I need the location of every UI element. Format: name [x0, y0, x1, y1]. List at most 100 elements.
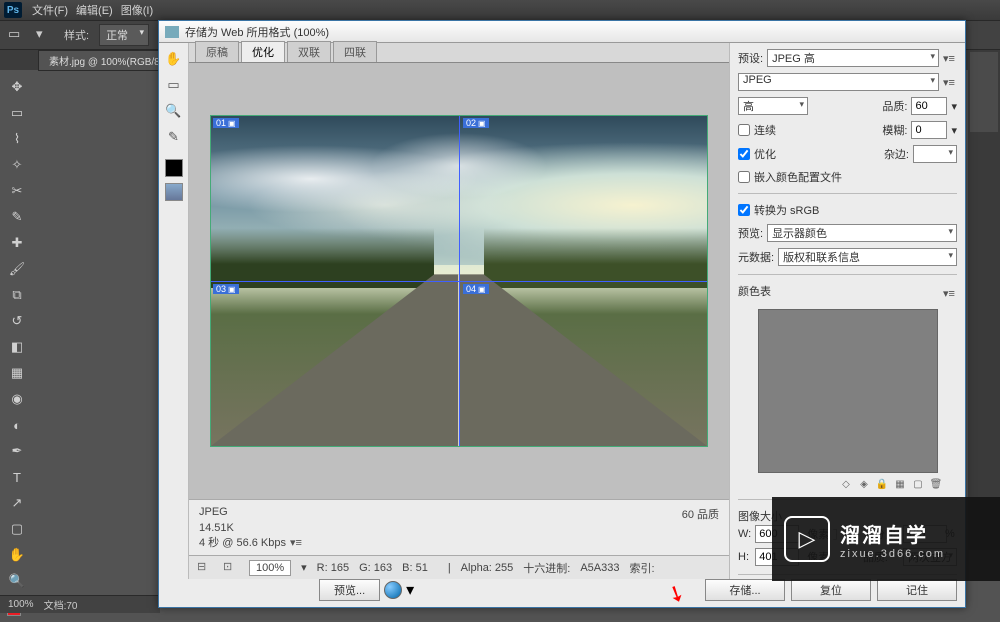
ct-lock-icon[interactable]: 🔒 — [875, 477, 889, 491]
zoom-tool-icon[interactable]: 🔍 — [6, 570, 28, 592]
pen-tool-icon[interactable]: ✒ — [6, 440, 28, 462]
wand-tool-icon[interactable]: ✧ — [6, 154, 28, 176]
tab-original[interactable]: 原稿 — [195, 41, 239, 62]
doc-info: 文档:70 — [44, 597, 78, 612]
slice-small-icon[interactable]: ⊡ — [223, 560, 239, 576]
right-panels — [968, 50, 1000, 550]
crop-tool-icon[interactable]: ✂ — [6, 180, 28, 202]
marquee-icon[interactable]: ▭ — [8, 26, 26, 44]
quality-preset-dropdown[interactable]: 高 — [738, 97, 808, 115]
marquee-tool-icon[interactable]: ▭ — [6, 102, 28, 124]
brush-tool-icon[interactable]: 🖌 — [6, 258, 28, 280]
readout-bar: ⊟ ⊡ 100% ▾ R: 165 G: 163 B: 51 | Alpha: … — [189, 555, 729, 579]
history-brush-icon[interactable]: ↺ — [6, 310, 28, 332]
done-button[interactable]: 记住 — [877, 579, 957, 601]
convert-srgb-checkbox[interactable] — [738, 204, 750, 216]
chevron-down-icon[interactable]: ▾ — [406, 580, 414, 600]
optimized-checkbox[interactable] — [738, 148, 750, 160]
toolbox: ✥ ▭ ⌇ ✧ ✂ ✎ ✚ 🖌 ⧉ ↺ ◧ ▦ ◉ ◐ ✒ T ↗ ▢ ✋ 🔍 — [0, 72, 34, 622]
matte-label: 杂边: — [884, 146, 909, 162]
slice-label-04[interactable]: 04 — [463, 284, 489, 294]
preview-area[interactable]: 01 02 03 04 — [189, 63, 729, 499]
ct-diamond-icon[interactable]: ◇ — [839, 477, 853, 491]
tab-two-up[interactable]: 双联 — [287, 41, 331, 62]
panel-strip[interactable] — [970, 52, 998, 132]
readout-alpha: Alpha: 255 — [461, 562, 514, 574]
eyedropper-icon[interactable]: ✎ — [164, 127, 184, 147]
doc-tab[interactable]: 素材.jpg @ 100%(RGB/8# — [38, 50, 176, 71]
style-label: 样式: — [64, 27, 89, 43]
hand-small-icon[interactable]: ⊟ — [197, 560, 213, 576]
preview-image[interactable]: 01 02 03 04 — [210, 115, 708, 447]
dropdown-icon[interactable]: ▾ — [36, 26, 54, 44]
slice-visibility-icon[interactable] — [165, 183, 183, 201]
slice-label-01[interactable]: 01 — [213, 118, 239, 128]
colortable-flyout-icon[interactable]: ▾≡ — [943, 287, 957, 299]
ct-map-icon[interactable]: ▦ — [893, 477, 907, 491]
menu-file[interactable]: 文件(F) — [32, 2, 68, 18]
preview-column: 原稿 优化 双联 四联 01 02 03 04 — [189, 43, 729, 579]
ct-shift-icon[interactable]: ◈ — [857, 477, 871, 491]
optimized-label: 优化 — [754, 146, 776, 162]
shape-tool-icon[interactable]: ▢ — [6, 518, 28, 540]
info-format: JPEG — [199, 506, 228, 522]
watermark-url: zixue.3d66.com — [840, 548, 945, 560]
metadata-dropdown[interactable]: 版权和联系信息 — [778, 248, 957, 266]
blur-input[interactable] — [911, 121, 947, 139]
quality-label: 品质: — [882, 98, 907, 114]
browser-preview-icon[interactable] — [384, 581, 402, 599]
slice-divider-horizontal[interactable] — [211, 281, 707, 282]
preview-button[interactable]: 预览... — [319, 579, 380, 601]
slice-select-icon[interactable]: ▭ — [164, 75, 184, 95]
readout-g: G: 163 — [359, 562, 392, 574]
type-tool-icon[interactable]: T — [6, 466, 28, 488]
preset-flyout-icon[interactable]: ▾≡ — [943, 52, 957, 64]
dialog-icon — [165, 26, 179, 38]
embed-profile-checkbox[interactable] — [738, 171, 750, 183]
slice-label-03[interactable]: 03 — [213, 284, 239, 294]
gradient-tool-icon[interactable]: ▦ — [6, 362, 28, 384]
dodge-tool-icon[interactable]: ◐ — [6, 414, 28, 436]
dialog-titlebar[interactable]: 存储为 Web 所用格式 (100%) — [159, 21, 965, 43]
progressive-checkbox[interactable] — [738, 124, 750, 136]
lasso-tool-icon[interactable]: ⌇ — [6, 128, 28, 150]
trees-left — [211, 228, 434, 287]
cancel-button[interactable]: 复位 — [791, 579, 871, 601]
eyedropper-tool-icon[interactable]: ✎ — [6, 206, 28, 228]
menu-image[interactable]: 图像(I) — [121, 2, 153, 18]
quality-input[interactable] — [911, 97, 947, 115]
flyout-menu-icon[interactable]: ▾≡ — [290, 536, 304, 548]
dialog-title: 存储为 Web 所用格式 (100%) — [185, 24, 329, 40]
color-table[interactable] — [758, 309, 938, 473]
main-menu: 文件(F) 编辑(E) 图像(I) — [32, 2, 153, 18]
tab-optimized[interactable]: 优化 — [241, 41, 285, 62]
hand-icon[interactable]: ✋ — [164, 49, 184, 69]
hand-tool-icon[interactable]: ✋ — [6, 544, 28, 566]
menu-edit[interactable]: 编辑(E) — [76, 2, 113, 18]
ct-new-icon[interactable]: ▢ — [911, 477, 925, 491]
style-dropdown[interactable]: 正常 — [99, 24, 149, 46]
zoom-icon[interactable]: 🔍 — [164, 101, 184, 121]
convert-srgb-label: 转换为 sRGB — [754, 202, 819, 218]
zoom-input[interactable]: 100% — [249, 560, 291, 576]
readout-b: B: 51 — [402, 562, 428, 574]
tab-four-up[interactable]: 四联 — [333, 41, 377, 62]
eraser-tool-icon[interactable]: ◧ — [6, 336, 28, 358]
path-tool-icon[interactable]: ↗ — [6, 492, 28, 514]
dialog-tools: ✋ ▭ 🔍 ✎ — [159, 43, 189, 579]
move-tool-icon[interactable]: ✥ — [6, 76, 28, 98]
blur-tool-icon[interactable]: ◉ — [6, 388, 28, 410]
matte-dropdown[interactable] — [913, 145, 957, 163]
format-dropdown[interactable]: JPEG — [738, 73, 939, 91]
ct-trash-icon[interactable]: 🗑 — [929, 477, 943, 491]
heal-tool-icon[interactable]: ✚ — [6, 232, 28, 254]
format-flyout-icon[interactable]: ▾≡ — [943, 76, 957, 88]
slice-label-02[interactable]: 02 — [463, 118, 489, 128]
stamp-tool-icon[interactable]: ⧉ — [6, 284, 28, 306]
preset-label: 预设: — [738, 50, 763, 66]
preset-dropdown[interactable]: JPEG 高 — [767, 49, 939, 67]
preview-dropdown[interactable]: 显示器颜色 — [767, 224, 957, 242]
save-button[interactable]: 存储... — [705, 579, 785, 601]
eyedropper-color[interactable] — [165, 159, 183, 177]
zoom-level[interactable]: 100% — [8, 599, 34, 610]
